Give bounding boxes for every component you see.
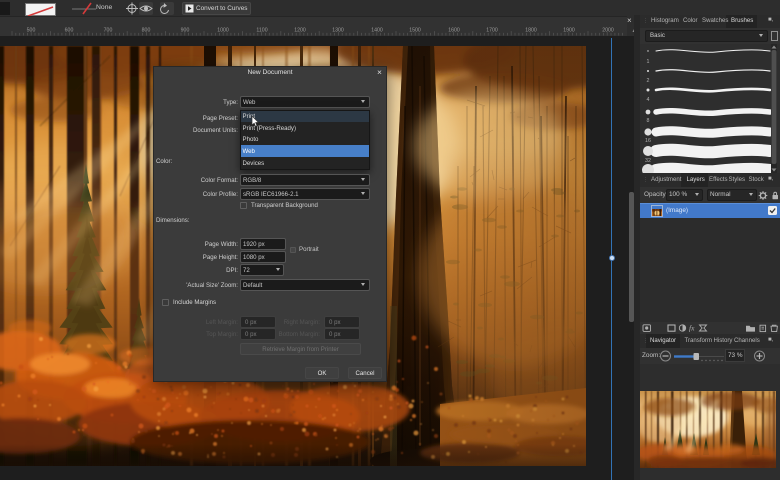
svg-text:1800: 1800 [525,28,537,34]
svg-text:2000: 2000 [602,28,614,34]
svg-text:600: 600 [65,28,74,34]
svg-text:1600: 1600 [448,28,460,34]
svg-text:1: 1 [647,59,650,65]
svg-text:fx: fx [689,324,695,333]
svg-text:16: 16 [645,138,651,144]
svg-text:8: 8 [647,118,650,124]
svg-text:1100: 1100 [256,28,267,34]
svg-text:2: 2 [647,78,650,84]
svg-text:4: 4 [647,97,650,103]
svg-text:32: 32 [645,158,651,164]
